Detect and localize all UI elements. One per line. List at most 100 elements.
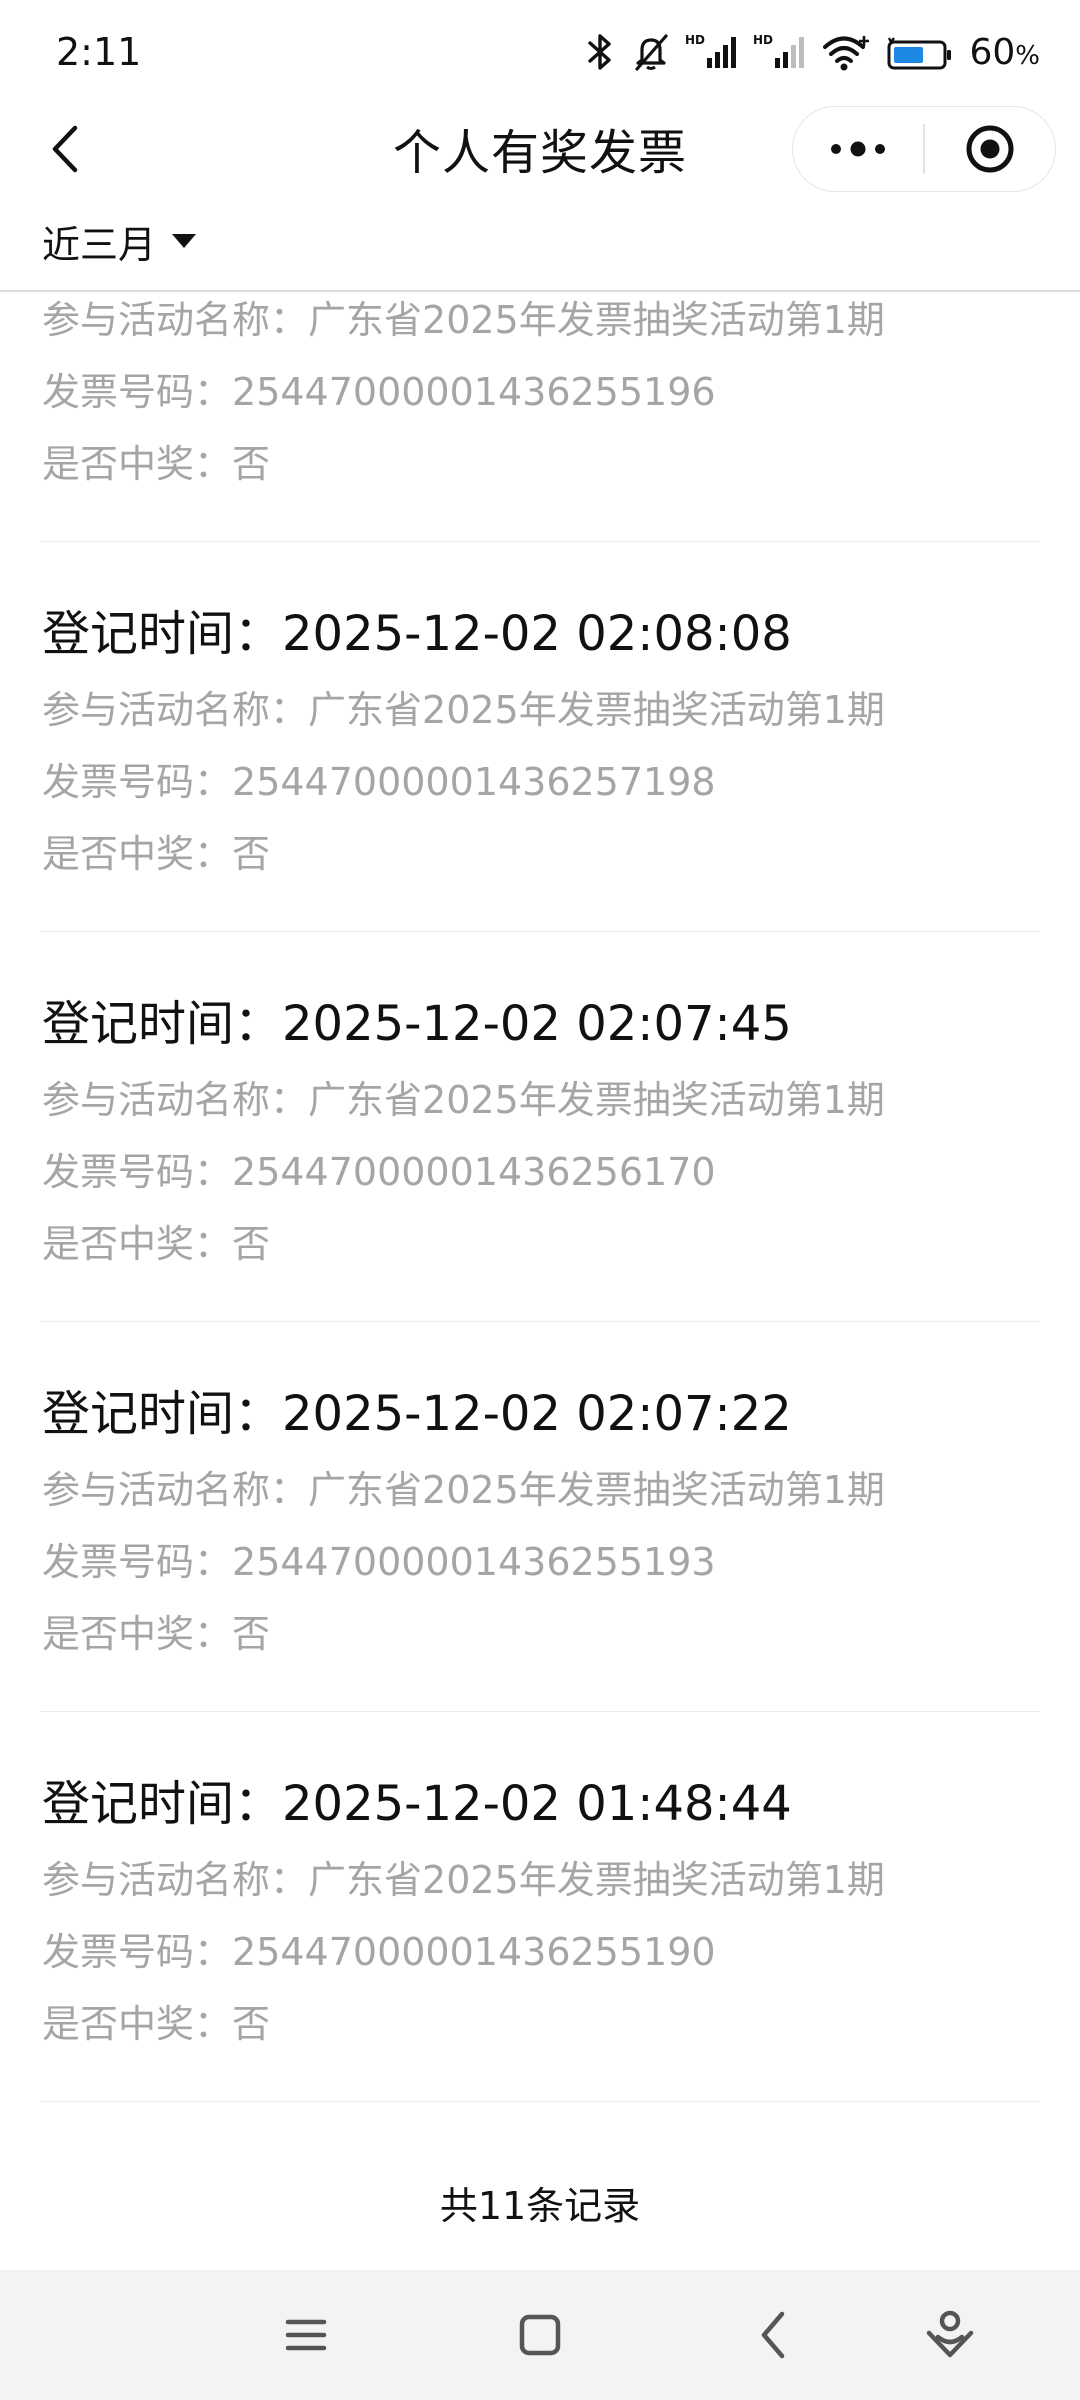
period-filter-label: 近三月: [42, 222, 157, 267]
invoice-number-value: 25447000001436255190: [232, 1930, 716, 1974]
home-square-icon: [519, 2314, 561, 2356]
bluetooth-icon: [583, 32, 617, 72]
record-list-content: 参与活动名称：广东省2025年发票抽奖活动第1期 发票号码：25447000001…: [0, 294, 1080, 2270]
record-win-status: 是否中奖：否: [42, 428, 1040, 500]
registration-time-label: 登记时间：: [42, 1776, 283, 1832]
period-filter-dropdown[interactable]: 近三月: [42, 214, 198, 269]
hd-signal-icon: HD: [685, 32, 739, 72]
invoice-number-label: 发票号码：: [42, 1150, 233, 1194]
assistant-icon: [926, 2310, 974, 2358]
menu-button[interactable]: [266, 2295, 346, 2375]
target-circle-icon: [966, 125, 1014, 173]
battery-level: 60%: [969, 31, 1040, 73]
record-win-status: 是否中奖：否: [42, 818, 1040, 890]
mini-program-page: 2:11 HD HD 60% 个人有奖发票 近三月 参与活动名称：广东省2025…: [0, 0, 1080, 2400]
win-status-value: 否: [232, 1612, 271, 1656]
more-button[interactable]: [793, 107, 923, 191]
assistant-button[interactable]: [910, 2295, 990, 2375]
record-invoice-number: 发票号码：25447000001436255196: [42, 356, 1040, 428]
status-time: 2:11: [56, 30, 142, 74]
record-item[interactable]: 登记时间：2025-12-02 02:07:45 参与活动名称：广东省2025年发…: [40, 932, 1040, 1322]
system-navigation-bar: [0, 2270, 1080, 2400]
record-registration-time: 登记时间：2025-12-02 02:07:45: [42, 984, 1040, 1064]
win-status-value: 否: [232, 1222, 271, 1266]
registration-time-value: 2025-12-02 02:07:45: [282, 996, 792, 1052]
activity-label: 参与活动名称：: [42, 298, 309, 342]
registration-time-label: 登记时间：: [42, 996, 283, 1052]
record-activity: 参与活动名称：广东省2025年发票抽奖活动第1期: [42, 1844, 1040, 1916]
record-activity: 参与活动名称：广东省2025年发票抽奖活动第1期: [42, 1064, 1040, 1136]
registration-time-value: 2025-12-02 02:07:22: [282, 1386, 792, 1442]
activity-label: 参与活动名称：: [42, 1078, 309, 1122]
record-activity: 参与活动名称：广东省2025年发票抽奖活动第1期: [42, 674, 1040, 746]
capsule-menu: [792, 106, 1056, 192]
record-list[interactable]: 参与活动名称：广东省2025年发票抽奖活动第1期 发票号码：25447000001…: [0, 294, 1080, 2270]
registration-time-label: 登记时间：: [42, 606, 283, 662]
record-item[interactable]: 登记时间：2025-12-02 01:48:44 参与活动名称：广东省2025年发…: [40, 1712, 1040, 2102]
record-registration-time: 登记时间：2025-12-02 02:08:08: [42, 594, 1040, 674]
battery-icon: [885, 32, 955, 72]
status-icons: HD HD 60%: [583, 32, 1040, 73]
record-invoice-number: 发票号码：25447000001436255193: [42, 1526, 1040, 1598]
record-item[interactable]: 登记时间：2025-12-02 02:08:08 参与活动名称：广东省2025年发…: [40, 542, 1040, 932]
win-status-label: 是否中奖：: [42, 1222, 233, 1266]
more-dots-icon: [831, 141, 886, 157]
invoice-number-value: 25447000001436255193: [232, 1540, 716, 1584]
bell-off-icon: [631, 32, 671, 72]
activity-value: 广东省2025年发票抽奖活动第1期: [308, 1858, 885, 1902]
close-program-button[interactable]: [925, 107, 1055, 191]
record-win-status: 是否中奖：否: [42, 1988, 1040, 2060]
status-bar: 2:11 HD HD 60%: [0, 0, 1080, 104]
activity-value: 广东省2025年发票抽奖活动第1期: [308, 1078, 885, 1122]
svg-text:HD: HD: [753, 33, 773, 47]
record-count: 共11条记录: [439, 2183, 641, 2228]
back-chevron-icon: [761, 2311, 785, 2359]
activity-label: 参与活动名称：: [42, 688, 309, 732]
menu-icon: [285, 2319, 327, 2351]
win-status-label: 是否中奖：: [42, 1612, 233, 1656]
registration-time-label: 登记时间：: [42, 1386, 283, 1442]
navigation-bar: 个人有奖发票: [0, 104, 1080, 192]
invoice-number-label: 发票号码：: [42, 370, 233, 414]
win-status-value: 否: [232, 442, 271, 486]
invoice-number-value: 25447000001436257198: [232, 760, 716, 804]
activity-value: 广东省2025年发票抽奖活动第1期: [308, 298, 885, 342]
win-status-label: 是否中奖：: [42, 442, 233, 486]
svg-text:HD: HD: [685, 33, 705, 47]
activity-value: 广东省2025年发票抽奖活动第1期: [308, 688, 885, 732]
record-invoice-number: 发票号码：25447000001436257198: [42, 746, 1040, 818]
hd-signal-weak-icon: HD: [753, 32, 807, 72]
win-status-label: 是否中奖：: [42, 2002, 233, 2046]
invoice-number-value: 25447000001436255196: [232, 370, 716, 414]
registration-time-value: 2025-12-02 02:08:08: [282, 606, 792, 662]
win-status-value: 否: [232, 832, 271, 876]
activity-label: 参与活动名称：: [42, 1858, 309, 1902]
record-item[interactable]: 登记时间：2025-12-02 02:07:22 参与活动名称：广东省2025年发…: [40, 1322, 1040, 1712]
activity-label: 参与活动名称：: [42, 1468, 309, 1512]
chevron-left-icon: [52, 125, 78, 173]
record-win-status: 是否中奖：否: [42, 1208, 1040, 1280]
invoice-number-label: 发票号码：: [42, 760, 233, 804]
home-button[interactable]: [500, 2295, 580, 2375]
invoice-number-value: 25447000001436256170: [232, 1150, 716, 1194]
filter-bar: 近三月: [0, 192, 1080, 292]
page-title: 个人有奖发票: [392, 125, 687, 181]
record-invoice-number: 发票号码：25447000001436255190: [42, 1916, 1040, 1988]
win-status-label: 是否中奖：: [42, 832, 233, 876]
back-button[interactable]: [30, 114, 100, 184]
registration-time-value: 2025-12-02 01:48:44: [282, 1776, 792, 1832]
activity-value: 广东省2025年发票抽奖活动第1期: [308, 1468, 885, 1512]
record-item[interactable]: 参与活动名称：广东省2025年发票抽奖活动第1期 发票号码：25447000001…: [40, 294, 1040, 542]
record-registration-time: 登记时间：2025-12-02 02:07:22: [42, 1374, 1040, 1454]
record-win-status: 是否中奖：否: [42, 1598, 1040, 1670]
record-invoice-number: 发票号码：25447000001436256170: [42, 1136, 1040, 1208]
invoice-number-label: 发票号码：: [42, 1540, 233, 1584]
record-activity: 参与活动名称：广东省2025年发票抽奖活动第1期: [42, 1454, 1040, 1526]
win-status-value: 否: [232, 2002, 271, 2046]
caret-down-icon: [172, 234, 197, 248]
wifi-icon: [821, 32, 871, 72]
invoice-number-label: 发票号码：: [42, 1930, 233, 1974]
record-registration-time: 登记时间：2025-12-02 01:48:44: [42, 1764, 1040, 1844]
system-back-button[interactable]: [734, 2295, 814, 2375]
record-activity: 参与活动名称：广东省2025年发票抽奖活动第1期: [42, 294, 1040, 356]
